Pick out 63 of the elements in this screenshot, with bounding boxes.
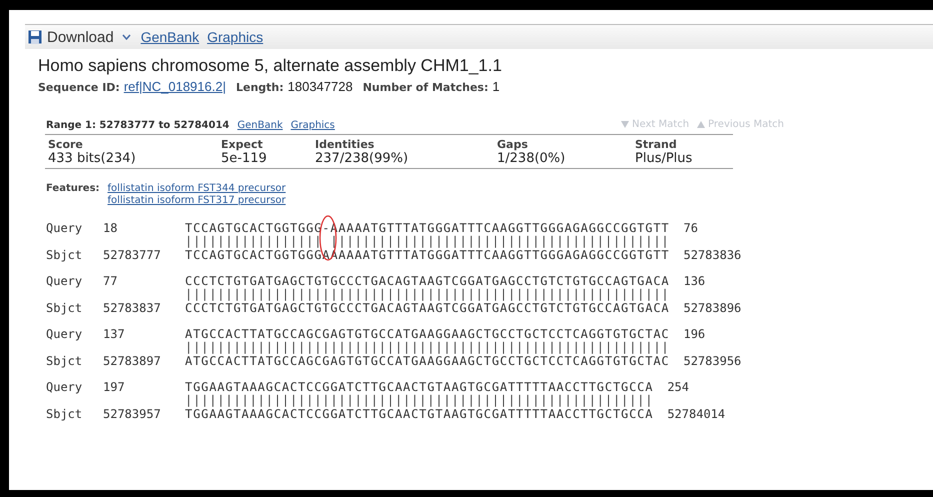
triangle-icon xyxy=(697,121,706,128)
meta-value: 180347728 xyxy=(288,79,353,94)
caret-icon[interactable] xyxy=(122,34,131,40)
table-cell: 5e-119 xyxy=(218,151,312,168)
subject-sequence: CCCTCTGTGATGAGCTGTGCCCTGACAGTAAGTCGGATGAGCCTGTCTGTGCCAGTGACA xyxy=(185,301,670,315)
features-label: Features: xyxy=(46,183,100,196)
meta-label: Length: xyxy=(236,81,284,94)
table-cell: Plus/Plus xyxy=(632,151,733,168)
position-number: 254 xyxy=(667,380,690,394)
toolbar-link[interactable]: Graphics xyxy=(207,29,264,45)
column-header: Gaps xyxy=(494,134,632,151)
position-number: 52783896 xyxy=(683,301,742,315)
position-number: 52783956 xyxy=(683,354,742,368)
row-label: Sbjct xyxy=(46,407,84,421)
save-icon[interactable] xyxy=(28,30,42,44)
row-label: Sbjct xyxy=(46,301,84,315)
position-number: 76 xyxy=(683,221,698,235)
range-label: Range 1: 52783777 to 52784014 xyxy=(46,120,230,131)
triangle-icon xyxy=(621,121,630,128)
meta-label: Number of Matches: xyxy=(362,81,488,94)
position-number: 52784014 xyxy=(667,407,726,421)
position-number: 52783777 xyxy=(103,248,162,262)
range-link[interactable]: Graphics xyxy=(290,120,335,131)
column-header: Score xyxy=(45,134,218,151)
sequence-id-link[interactable]: ref|NC_018916.2| xyxy=(124,79,226,94)
position-number: 52783897 xyxy=(103,354,162,368)
row-label: Sbjct xyxy=(46,248,84,262)
position-number: 77 xyxy=(103,274,118,288)
query-sequence: ATGCCACTTATGCCAGCGAGTGTGCCATGAAGGAAGCTGCCTGCTCCTCAGGTGTGCTAC xyxy=(185,327,670,341)
table-cell: 1/238(0%) xyxy=(494,151,632,168)
feature-link[interactable]: follistatin isoform FST317 precursor xyxy=(108,195,286,207)
position-number: 137 xyxy=(103,327,126,341)
row-label: Sbjct xyxy=(46,354,84,368)
position-number: 196 xyxy=(683,327,706,341)
match-line: |||||||||||||||||||||||||||||||||||||||||||||||||||||||||| xyxy=(185,394,654,407)
download-menu[interactable]: Download xyxy=(47,28,114,46)
position-number: 136 xyxy=(683,274,706,288)
position-number: 52783957 xyxy=(103,407,162,421)
feature-link[interactable]: follistatin isoform FST344 precursor xyxy=(108,183,286,195)
match-line: |||||||||||||||||||||||||||||||||||||||||||||||||||||||||||| xyxy=(185,341,670,354)
column-header: Expect xyxy=(218,134,312,151)
column-header: Identities xyxy=(312,134,494,151)
query-sequence: TGGAAGTAAAGCACTCCGGATCTTGCAACTGTAAGTGCGATTTTTAACCTTGCTGCCA xyxy=(185,380,654,394)
position-number: 18 xyxy=(103,221,118,235)
subject-sequence: ATGCCACTTATGCCAGCGAGTGTGCCATGAAGGAAGCTGCCTGCTCCTCAGGTGTGCTAC xyxy=(185,354,670,368)
range-link[interactable]: GenBank xyxy=(237,120,283,131)
row-label: Query xyxy=(46,274,84,288)
toolbar-link[interactable]: GenBank xyxy=(140,29,200,45)
match-line: |||||||||||||||||||||||||||||||||||||||||||||||||||||||||||| xyxy=(185,288,670,301)
row-label: Query xyxy=(46,221,84,235)
sequence-title: Homo sapiens chromosome 5, alternate assembly CHM1_1.1 xyxy=(38,56,503,76)
position-number: 197 xyxy=(103,380,126,394)
query-sequence: CCCTCTGTGATGAGCTGTGCCCTGACAGTAAGTCGGATGAGCCTGTCTGTGCCAGTGACA xyxy=(185,274,670,288)
meta-value: 1 xyxy=(492,79,500,94)
position-number: 52783836 xyxy=(683,248,742,262)
row-label: Query xyxy=(46,327,84,341)
table-cell: 237/238(99%) xyxy=(312,151,494,168)
subject-sequence: TGGAAGTAAAGCACTCCGGATCTTGCAACTGTAAGTGCGATTTTTAACCTTGCTGCCA xyxy=(185,407,654,421)
meta-label: Sequence ID: xyxy=(38,81,120,94)
row-label: Query xyxy=(46,380,84,394)
position-number: 52783837 xyxy=(103,301,162,315)
column-header: Strand xyxy=(632,134,733,151)
table-cell: 433 bits(234) xyxy=(45,151,218,168)
